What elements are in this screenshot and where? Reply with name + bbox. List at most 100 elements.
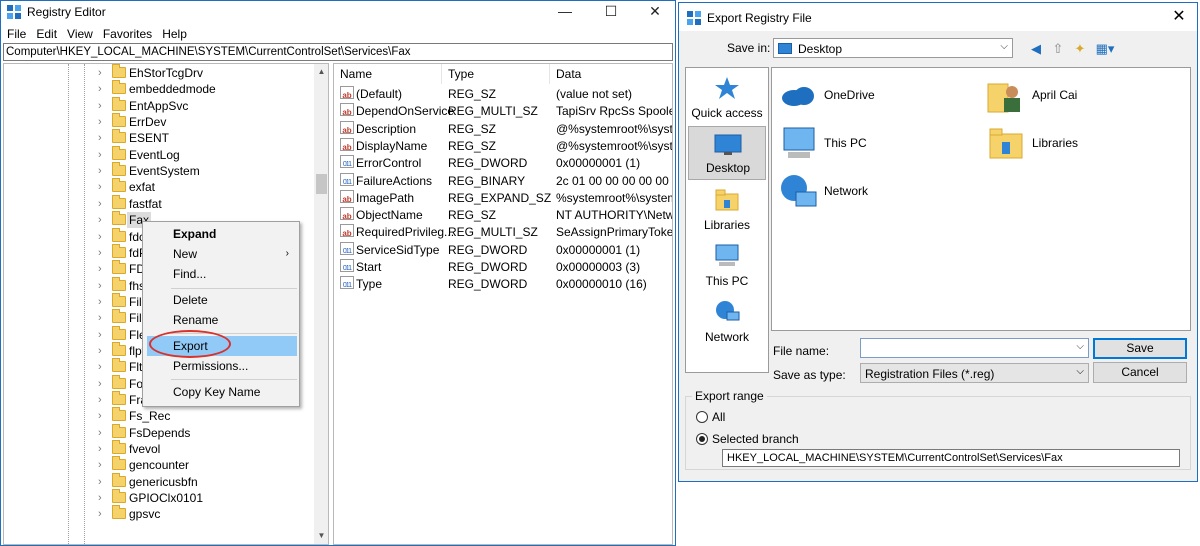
- chevron-right-icon[interactable]: ›: [98, 246, 108, 260]
- menu-help[interactable]: Help: [156, 25, 191, 43]
- value-row[interactable]: 011 Start REG_DWORD 0x00000003 (3): [334, 259, 672, 276]
- chevron-right-icon[interactable]: ›: [98, 328, 108, 342]
- value-row[interactable]: ab ImagePath REG_EXPAND_SZ %systemroot%\sys…: [334, 189, 672, 207]
- chevron-right-icon[interactable]: ›: [98, 262, 108, 276]
- radio-selected-branch[interactable]: [696, 433, 708, 445]
- menu-item-permissions[interactable]: Permissions...: [147, 356, 297, 376]
- chevron-right-icon[interactable]: ›: [98, 99, 108, 113]
- address-bar[interactable]: Computer\HKEY_LOCAL_MACHINE\SYSTEM\Curre…: [3, 43, 673, 61]
- chevron-right-icon[interactable]: ›: [98, 426, 108, 440]
- value-row[interactable]: abDisplayName REG_SZ @%systemroot%\system: [334, 137, 673, 155]
- menu-item-find[interactable]: Find...: [147, 264, 297, 284]
- chevron-right-icon[interactable]: ›: [98, 311, 108, 325]
- close-button[interactable]: ✕: [635, 1, 675, 23]
- new-folder-icon[interactable]: ✦: [1071, 40, 1089, 58]
- place-libraries[interactable]: Libraries: [688, 182, 766, 236]
- menu-item-rename[interactable]: Rename: [147, 310, 297, 330]
- item-user-folder[interactable]: April Cai: [986, 76, 1186, 116]
- value-row[interactable]: 011 ErrorControl REG_DWORD 0x00000001 (1): [334, 155, 672, 172]
- place-desktop[interactable]: Desktop: [688, 126, 766, 180]
- folder-icon: [112, 391, 126, 405]
- column-header-data[interactable]: Data: [550, 64, 672, 84]
- computer-icon: [715, 244, 739, 266]
- chevron-right-icon[interactable]: ›: [98, 279, 108, 293]
- place-network[interactable]: Network: [688, 294, 766, 348]
- maximize-button[interactable]: ☐: [591, 1, 631, 23]
- chevron-right-icon[interactable]: ›: [98, 344, 108, 358]
- up-folder-icon[interactable]: ⇧: [1049, 40, 1067, 58]
- value-data: @%systemroot%\system: [556, 138, 673, 153]
- chevron-down-icon[interactable]: ⌵: [1076, 341, 1084, 352]
- chevron-right-icon[interactable]: ›: [98, 230, 108, 244]
- chevron-right-icon[interactable]: ›: [98, 197, 108, 211]
- menu-item-expand[interactable]: Expand: [147, 224, 297, 244]
- chevron-right-icon[interactable]: ›: [98, 213, 108, 227]
- item-network[interactable]: Network: [778, 172, 978, 212]
- folder-icon: [112, 194, 126, 209]
- place-this-pc[interactable]: This PC: [688, 238, 766, 292]
- chevron-right-icon[interactable]: ›: [98, 66, 108, 80]
- folder-icon: [112, 129, 126, 144]
- chevron-right-icon[interactable]: ›: [98, 409, 108, 423]
- value-row[interactable]: abDescription REG_SZ @%systemroot%\system: [334, 120, 672, 138]
- value-row[interactable]: 011 ServiceSidType REG_DWORD 0x00000001 (1): [334, 241, 672, 259]
- chevron-right-icon[interactable]: ›: [98, 360, 108, 374]
- value-row[interactable]: 011 FailureActions REG_BINARY 2c 01 00 00 0…: [334, 172, 672, 190]
- menu-view[interactable]: View: [61, 25, 97, 43]
- chevron-right-icon[interactable]: ›: [98, 115, 108, 129]
- value-row[interactable]: abObjectName REG_SZ NT AUTHORITY\Network: [334, 207, 672, 224]
- scroll-down-arrow-icon[interactable]: ▼: [314, 528, 328, 544]
- item-libraries[interactable]: Libraries: [986, 124, 1186, 164]
- folder-icon: [112, 358, 126, 373]
- radio-all[interactable]: [696, 411, 708, 423]
- column-header-name[interactable]: Name: [334, 64, 442, 84]
- branch-path-input[interactable]: HKEY_LOCAL_MACHINE\SYSTEM\CurrentControl…: [722, 449, 1180, 467]
- value-data: NT AUTHORITY\Network: [556, 208, 672, 223]
- value-row[interactable]: 011 Type REG_DWORD 0x00000010 (16): [334, 276, 672, 293]
- column-header-type[interactable]: Type: [442, 64, 550, 84]
- chevron-right-icon[interactable]: ›: [98, 507, 108, 521]
- file-name-input[interactable]: ⌵: [860, 338, 1089, 358]
- menu-bar: File Edit View Favorites Help: [1, 25, 675, 43]
- chevron-right-icon[interactable]: ›: [98, 442, 108, 456]
- scroll-thumb[interactable]: [316, 174, 327, 194]
- value-row[interactable]: ab DependOnService REG_MULTI_SZ TapiSrv Rpc…: [334, 103, 672, 120]
- item-onedrive[interactable]: OneDrive: [778, 76, 978, 116]
- tree-scrollbar[interactable]: ▲ ▼: [314, 64, 328, 544]
- view-menu-icon[interactable]: ▦▾: [1093, 40, 1117, 58]
- save-as-type-dropdown[interactable]: Registration Files (*.reg) ⌵: [860, 363, 1089, 383]
- chevron-right-icon[interactable]: ›: [98, 377, 108, 391]
- chevron-right-icon[interactable]: ›: [98, 180, 108, 194]
- dialog-close-button[interactable]: ✕: [1167, 5, 1191, 29]
- item-this-pc[interactable]: This PC: [778, 124, 978, 164]
- value-data: 0x00000001 (1): [556, 242, 641, 257]
- back-icon[interactable]: ◀: [1027, 40, 1045, 58]
- minimize-button[interactable]: —: [545, 1, 585, 23]
- save-button[interactable]: Save: [1093, 338, 1187, 359]
- place-quick-access[interactable]: Quick access: [688, 70, 766, 124]
- chevron-right-icon[interactable]: ›: [98, 393, 108, 407]
- cancel-button[interactable]: Cancel: [1093, 362, 1187, 383]
- menu-item-delete[interactable]: Delete: [147, 290, 297, 310]
- value-row[interactable]: ab RequiredPrivileg... REG_MULTI_SZ SeAssig…: [334, 224, 672, 241]
- menu-favorites[interactable]: Favorites: [97, 25, 156, 43]
- menu-item-new[interactable]: New ›: [147, 244, 297, 264]
- value-row[interactable]: ab (Default) REG_SZ (value not set): [334, 86, 672, 103]
- menu-item-copy-key-name[interactable]: Copy Key Name: [147, 382, 297, 402]
- chevron-right-icon[interactable]: ›: [98, 491, 108, 505]
- save-in-dropdown[interactable]: Desktop ⌵: [773, 38, 1013, 58]
- chevron-right-icon[interactable]: ›: [98, 131, 108, 145]
- menu-file[interactable]: File: [1, 25, 30, 43]
- menu-edit[interactable]: Edit: [30, 25, 61, 43]
- folder-icon: [112, 276, 126, 291]
- chevron-right-icon[interactable]: ›: [98, 164, 108, 178]
- scroll-up-arrow-icon[interactable]: ▲: [314, 64, 328, 80]
- desktop-folder-icon: [778, 43, 792, 54]
- registry-editor-icon: [7, 5, 21, 19]
- values-pane: Name Type Data ab (Default) REG_SZ (value n…: [333, 63, 673, 545]
- chevron-right-icon[interactable]: ›: [98, 82, 108, 96]
- chevron-right-icon[interactable]: ›: [98, 148, 108, 162]
- chevron-right-icon[interactable]: ›: [98, 458, 108, 472]
- chevron-right-icon[interactable]: ›: [98, 295, 108, 309]
- chevron-right-icon[interactable]: ›: [98, 475, 108, 489]
